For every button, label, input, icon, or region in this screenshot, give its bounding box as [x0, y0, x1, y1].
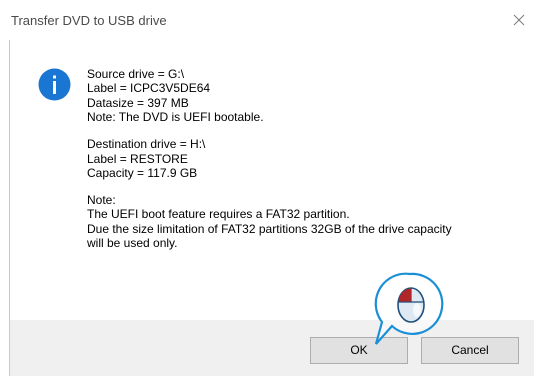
destination-label-text: Label = RESTORE [87, 151, 188, 166]
mouse-click-icon [374, 272, 444, 345]
title-bar[interactable]: Transfer DVD to USB drive [0, 0, 534, 40]
close-button[interactable] [505, 6, 533, 34]
note-heading: Note: [87, 192, 116, 207]
info-icon [38, 68, 71, 101]
source-drive-text: Source drive = G:\ [87, 67, 185, 81]
message-text: Source drive = G:\ Label = ICPC3V5DE64 D… [87, 67, 527, 250]
note-line-size-limit: Due the size limitation of FAT32 partiti… [87, 221, 452, 236]
note-line-used-only: will be used only. [87, 236, 178, 251]
window-title: Transfer DVD to USB drive [11, 13, 167, 28]
capacity-text: Capacity = 117.9 GB [87, 165, 198, 180]
close-icon [513, 14, 525, 26]
destination-drive-text: Destination drive = H:\ [87, 137, 206, 152]
datasize-text: Datasize = 397 MB [87, 95, 189, 110]
source-label-text: Label = ICPC3V5DE64 [87, 81, 211, 96]
uefi-bootable-note: Note: The DVD is UEFI bootable. [87, 110, 264, 125]
dialog-content: Source drive = G:\ Label = ICPC3V5DE64 D… [10, 40, 534, 320]
note-line-fat32: The UEFI boot feature requires a FAT32 p… [87, 207, 350, 222]
mouse-icon [397, 287, 425, 323]
button-bar: OK Cancel [10, 320, 534, 376]
transfer-dialog: Transfer DVD to USB drive Source drive =… [0, 0, 534, 376]
